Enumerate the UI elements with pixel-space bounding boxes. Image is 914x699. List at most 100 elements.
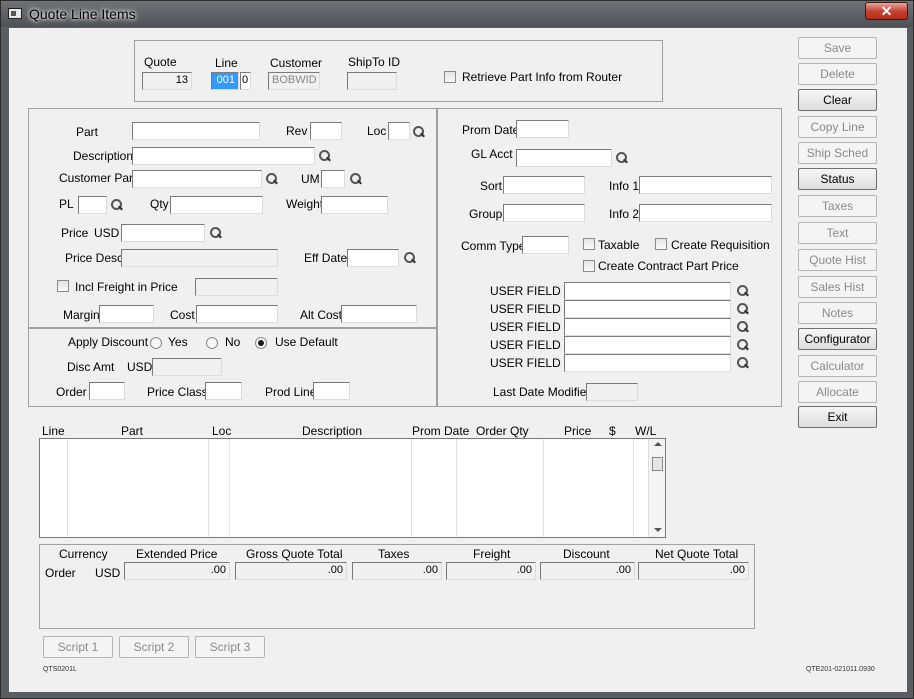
configurator-button[interactable]: Configurator xyxy=(798,328,877,350)
grid-body[interactable] xyxy=(39,438,666,538)
grid-header-wl[interactable]: W/L xyxy=(635,424,656,438)
discount-no-radio[interactable] xyxy=(206,337,218,349)
save-button[interactable]: Save xyxy=(798,37,877,59)
group-field[interactable] xyxy=(503,204,585,222)
grid-header-loc[interactable]: Loc xyxy=(212,424,231,438)
grid-header-prom-date[interactable]: Prom Date xyxy=(412,424,469,438)
shipto-field[interactable] xyxy=(347,72,397,90)
price-field[interactable] xyxy=(121,224,205,242)
create-requisition-checkbox[interactable] xyxy=(655,238,667,250)
quote-field[interactable]: 13 xyxy=(142,72,192,90)
gross-total-field[interactable]: .00 xyxy=(235,562,347,580)
user-field-1-search-icon[interactable] xyxy=(736,284,750,298)
customer-part-search-icon[interactable] xyxy=(265,172,279,186)
status-button[interactable]: Status xyxy=(798,168,877,190)
user-field-5-input[interactable] xyxy=(564,354,731,372)
pl-search-icon[interactable] xyxy=(110,198,124,212)
gl-acct-search-icon[interactable] xyxy=(615,151,629,165)
script-1-button[interactable]: Script 1 xyxy=(43,636,113,658)
um-search-icon[interactable] xyxy=(349,172,363,186)
order-discount-field[interactable] xyxy=(89,382,125,400)
title-bar[interactable]: Quote Line Items ✕ xyxy=(1,1,913,27)
grid-header-line[interactable]: Line xyxy=(42,424,65,438)
eff-date-field[interactable] xyxy=(347,249,399,267)
customer-part-field[interactable] xyxy=(132,170,262,188)
taxes-button[interactable]: Taxes xyxy=(798,195,877,217)
user-field-3-search-icon[interactable] xyxy=(736,320,750,334)
taxes-total-field[interactable]: .00 xyxy=(352,562,442,580)
disc-amt-field[interactable] xyxy=(152,358,222,376)
line-field[interactable]: 001 xyxy=(211,72,239,90)
grid-header-order-qty[interactable]: Order Qty xyxy=(476,424,529,438)
alt-cost-field[interactable] xyxy=(341,305,417,323)
grid-header-part[interactable]: Part xyxy=(121,424,143,438)
prod-line-field[interactable] xyxy=(313,382,350,400)
user-field-4-input[interactable] xyxy=(564,336,731,354)
pl-field[interactable] xyxy=(78,196,107,214)
loc-search-icon[interactable] xyxy=(412,125,426,139)
user-field-1-input[interactable] xyxy=(564,282,731,300)
user-field-3-input[interactable] xyxy=(564,318,731,336)
weight-field[interactable] xyxy=(321,196,388,214)
part-field[interactable] xyxy=(132,122,260,140)
eff-date-calendar-icon[interactable] xyxy=(403,251,417,265)
ship-sched-button[interactable]: Ship Sched xyxy=(798,142,877,164)
discount-default-radio[interactable] xyxy=(255,337,267,349)
incl-freight-field[interactable] xyxy=(195,278,278,296)
loc-field[interactable] xyxy=(388,122,410,140)
freight-total-field[interactable]: .00 xyxy=(446,562,536,580)
grid-header-dollar[interactable]: $ xyxy=(609,424,616,438)
info2-field[interactable] xyxy=(639,204,772,222)
user-field-2-input[interactable] xyxy=(564,300,731,318)
line-items-grid[interactable]: Line Part Loc Description Prom Date Orde… xyxy=(38,423,667,538)
price-search-icon[interactable] xyxy=(209,226,223,240)
notes-button[interactable]: Notes xyxy=(798,302,877,324)
last-modified-field[interactable] xyxy=(586,383,638,401)
user-field-2-search-icon[interactable] xyxy=(736,302,750,316)
calculator-button[interactable]: Calculator xyxy=(798,355,877,377)
discount-yes-radio[interactable] xyxy=(150,337,162,349)
quote-hist-button[interactable]: Quote Hist xyxy=(798,249,877,271)
script-2-button[interactable]: Script 2 xyxy=(119,636,189,658)
sales-hist-button[interactable]: Sales Hist xyxy=(798,276,877,298)
delete-button[interactable]: Delete xyxy=(798,63,877,85)
grid-scrollbar[interactable] xyxy=(648,439,665,537)
qty-field[interactable] xyxy=(170,196,263,214)
allocate-button[interactable]: Allocate xyxy=(798,381,877,403)
close-button[interactable]: ✕ xyxy=(865,2,908,20)
margin-field[interactable] xyxy=(99,305,154,323)
comm-type-field[interactable] xyxy=(522,236,569,254)
grid-header-price[interactable]: Price xyxy=(564,424,591,438)
prom-date-field[interactable] xyxy=(516,120,569,138)
user-field-4-search-icon[interactable] xyxy=(736,338,750,352)
rev-field[interactable] xyxy=(310,122,342,140)
script-3-button[interactable]: Script 3 xyxy=(195,636,265,658)
extended-price-field[interactable]: .00 xyxy=(124,562,230,580)
scroll-down-arrow[interactable] xyxy=(654,528,662,532)
text-button[interactable]: Text xyxy=(798,222,877,244)
grid-header-description[interactable]: Description xyxy=(302,424,362,438)
gl-acct-field[interactable] xyxy=(516,149,612,167)
create-contract-checkbox[interactable] xyxy=(583,260,595,272)
incl-freight-checkbox[interactable] xyxy=(57,280,69,292)
copy-line-button[interactable]: Copy Line xyxy=(798,116,877,138)
um-field[interactable] xyxy=(321,170,345,188)
clear-button[interactable]: Clear xyxy=(798,89,877,111)
scroll-up-arrow[interactable] xyxy=(654,442,662,446)
line-sub-field[interactable]: 0 xyxy=(240,72,251,90)
user-field-5-search-icon[interactable] xyxy=(736,356,750,370)
price-desc-field[interactable] xyxy=(121,249,278,267)
description-field[interactable] xyxy=(132,147,315,165)
cost-field[interactable] xyxy=(196,305,278,323)
description-search-icon[interactable] xyxy=(318,149,332,163)
customer-field[interactable]: BOBWID xyxy=(268,72,320,90)
scroll-thumb[interactable] xyxy=(652,457,663,471)
sort-field[interactable] xyxy=(503,176,585,194)
price-class-field[interactable] xyxy=(205,382,242,400)
discount-total-field[interactable]: .00 xyxy=(540,562,635,580)
taxable-checkbox[interactable] xyxy=(583,238,595,250)
exit-button[interactable]: Exit xyxy=(798,406,877,428)
net-total-field[interactable]: .00 xyxy=(638,562,749,580)
retrieve-part-checkbox[interactable] xyxy=(444,71,456,83)
info1-field[interactable] xyxy=(639,176,772,194)
